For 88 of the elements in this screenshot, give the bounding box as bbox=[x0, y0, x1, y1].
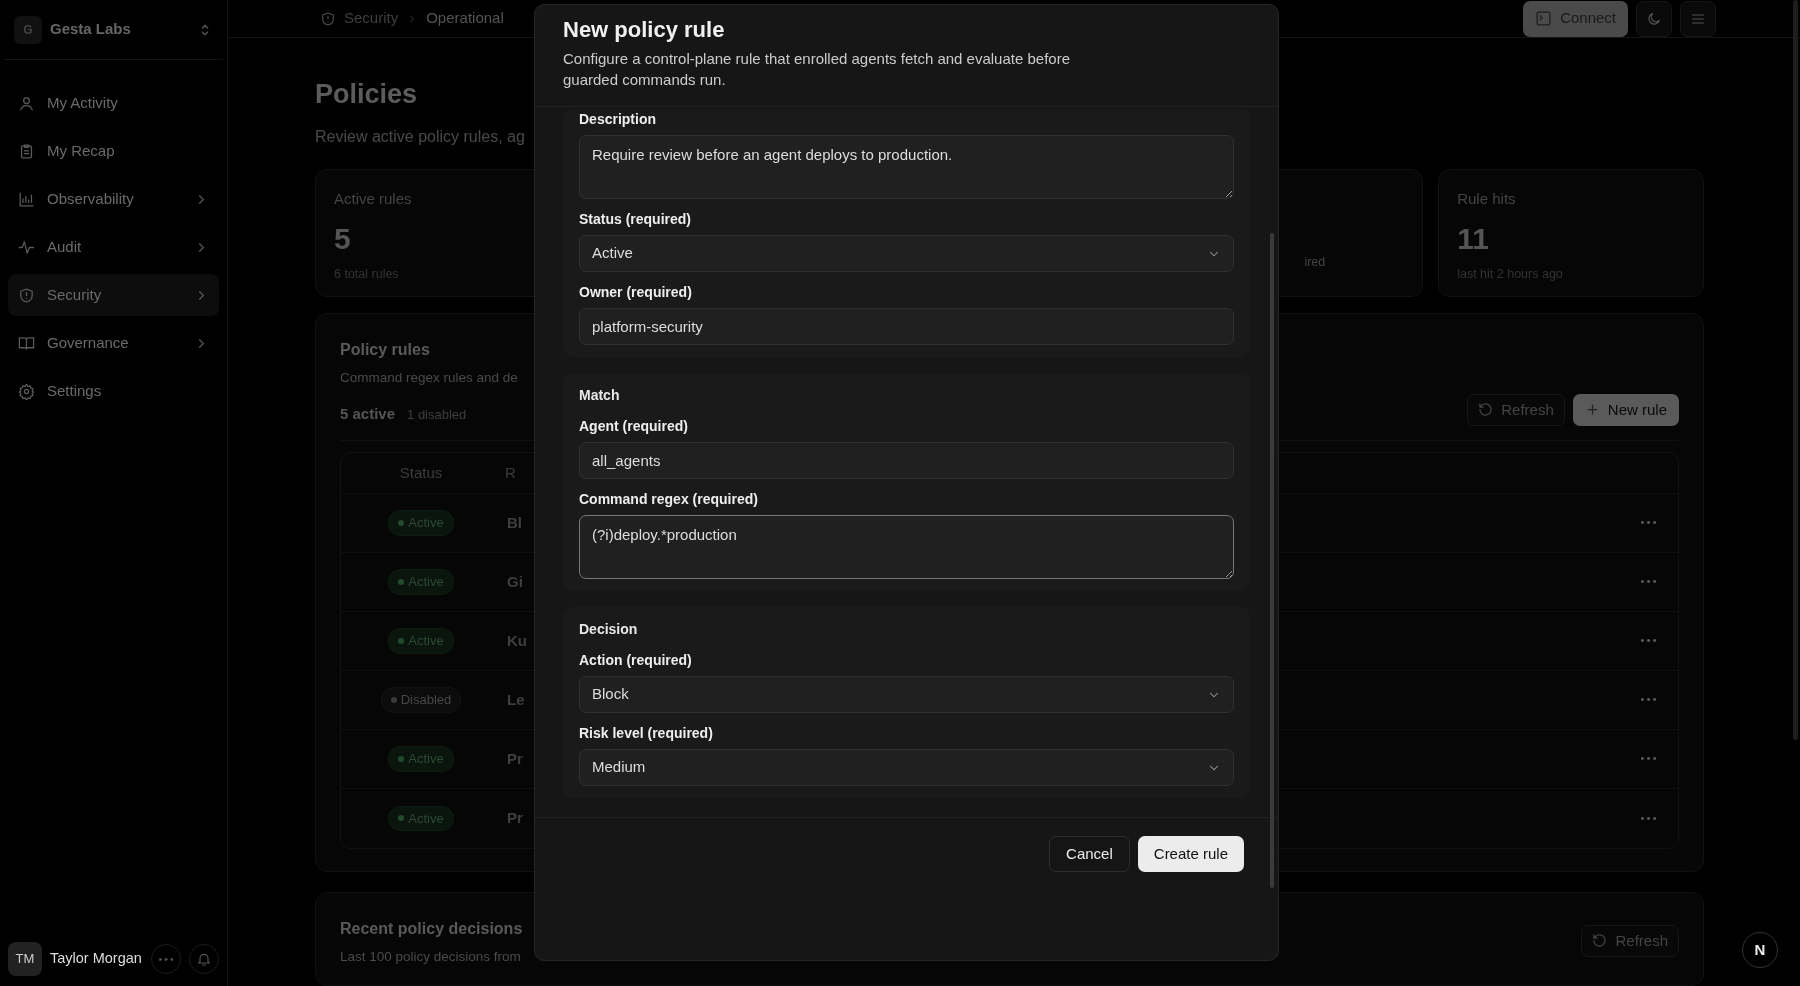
disabled-count: 1 disabled bbox=[407, 405, 467, 424]
input-field[interactable]: platform-security bbox=[579, 308, 1234, 345]
card-title: Recent policy decisions bbox=[340, 918, 523, 939]
breadcrumb-link[interactable]: Security bbox=[344, 7, 399, 30]
row-menu-icon bbox=[1640, 639, 1656, 643]
sidebar-item-label: Security bbox=[47, 284, 103, 305]
dialog-description: Configure a control-plane rule that enrolled agents fetch and evaluate before guarded commands run. bbox=[563, 49, 1071, 90]
select-field[interactable]: Block bbox=[579, 676, 1234, 713]
moon-icon bbox=[1646, 10, 1662, 27]
stat-value: 11 bbox=[1457, 221, 1490, 257]
rule-name: Gi bbox=[506, 572, 523, 590]
refresh-button[interactable]: Refresh bbox=[1581, 924, 1679, 957]
refresh-icon bbox=[1478, 402, 1494, 418]
card-title: Policy rules bbox=[340, 339, 430, 360]
section-title: Decision bbox=[579, 620, 639, 639]
page-scrollbar[interactable] bbox=[1793, 0, 1798, 740]
create-button[interactable]: Create rule bbox=[1137, 836, 1244, 872]
open-book-icon bbox=[18, 334, 35, 352]
shield-icon bbox=[18, 286, 35, 304]
sidebar-item[interactable]: Observability bbox=[8, 178, 219, 220]
sidebar-item[interactable]: My Recap bbox=[8, 130, 219, 172]
stat-label: Active rules bbox=[334, 188, 413, 209]
rule-name: Bl bbox=[506, 513, 522, 531]
text-area[interactable]: (?i)deploy.*production bbox=[579, 515, 1234, 579]
sidebar-item-label: Governance bbox=[47, 332, 130, 353]
person-icon bbox=[18, 94, 35, 112]
dialog-title: New policy rule bbox=[563, 17, 726, 44]
refresh-icon bbox=[1592, 933, 1608, 949]
rule-name: Pr bbox=[506, 749, 523, 767]
select-field[interactable]: Active bbox=[579, 235, 1234, 272]
sidebar-item-label: My Recap bbox=[47, 140, 116, 161]
page-title: Policies bbox=[315, 78, 418, 111]
sidebar-item[interactable]: Audit bbox=[8, 226, 219, 268]
bar-chart-icon bbox=[18, 190, 35, 208]
text-area[interactable]: Require review before an agent deploys to production. bbox=[579, 135, 1234, 199]
shield-icon bbox=[320, 10, 336, 27]
sidebar-item-label: Settings bbox=[47, 380, 103, 401]
field-label: Description bbox=[579, 110, 657, 129]
row-menu-icon bbox=[1640, 521, 1656, 525]
active-count: 5 active bbox=[340, 403, 396, 424]
sidebar-item-label: My Activity bbox=[47, 92, 119, 113]
card-subtitle: Command regex rules and de bbox=[340, 368, 518, 387]
page-subtitle: Review active policy rules, ag bbox=[315, 126, 525, 147]
stat-label: Rule hits bbox=[1457, 188, 1517, 209]
plus-icon bbox=[1584, 402, 1600, 418]
row-menu-icon bbox=[1640, 757, 1656, 761]
rule-name: Le bbox=[506, 690, 525, 708]
cancel-button[interactable]: Cancel bbox=[1049, 836, 1130, 872]
menu-button[interactable] bbox=[1680, 0, 1716, 37]
field-label: Owner (required) bbox=[579, 283, 693, 302]
sidebar-item[interactable]: Settings bbox=[8, 370, 219, 412]
field-label: Command regex (required) bbox=[579, 490, 759, 509]
new-rule-button[interactable]: New rule bbox=[1572, 393, 1679, 426]
field-label: Risk level (required) bbox=[579, 724, 714, 743]
terminal-icon bbox=[1535, 10, 1553, 28]
bell-icon bbox=[196, 951, 212, 967]
breadcrumb-link[interactable]: Operational bbox=[426, 7, 504, 30]
field-label: Agent (required) bbox=[579, 417, 689, 436]
theme-toggle-button[interactable] bbox=[1636, 0, 1672, 37]
sidebar-item-label: Observability bbox=[47, 188, 135, 209]
user-avatar: TM bbox=[8, 942, 42, 976]
row-menu-icon bbox=[1640, 816, 1656, 820]
input-field[interactable]: all_agents bbox=[579, 442, 1234, 479]
settings-icon bbox=[18, 382, 35, 400]
sidebar-item[interactable]: Security bbox=[8, 274, 219, 316]
row-menu-icon bbox=[1640, 698, 1656, 702]
more-dots-icon bbox=[159, 957, 173, 961]
sidebar-item[interactable]: Governance bbox=[8, 322, 219, 364]
rule-name: Ku bbox=[506, 631, 527, 649]
field-label: Action (required) bbox=[579, 651, 693, 670]
row-menu-icon bbox=[1640, 580, 1656, 584]
dialog-scrollbar[interactable] bbox=[1270, 233, 1274, 888]
card-subtitle: Last 100 policy decisions from bbox=[340, 947, 521, 966]
stat-note: ired bbox=[1304, 253, 1326, 271]
refresh-button[interactable]: Refresh bbox=[1467, 393, 1565, 426]
workspace-name[interactable]: Gesta Labs bbox=[50, 18, 189, 41]
user-name: Taylor Morgan bbox=[50, 949, 143, 969]
select-field[interactable]: Medium bbox=[579, 749, 1234, 786]
pulse-line-icon bbox=[18, 238, 35, 256]
sidebar-item-label: Audit bbox=[47, 236, 83, 257]
field-label: Status (required) bbox=[579, 210, 692, 229]
stat-value: 5 bbox=[334, 221, 352, 257]
clipboard-icon bbox=[18, 142, 35, 160]
rule-name: Pr bbox=[506, 809, 523, 826]
sidebar-item[interactable]: My Activity bbox=[8, 82, 219, 124]
status-badge: Disabled bbox=[380, 687, 462, 713]
dev-indicator-button[interactable]: N bbox=[1742, 932, 1778, 968]
section-title: Match bbox=[579, 386, 621, 405]
